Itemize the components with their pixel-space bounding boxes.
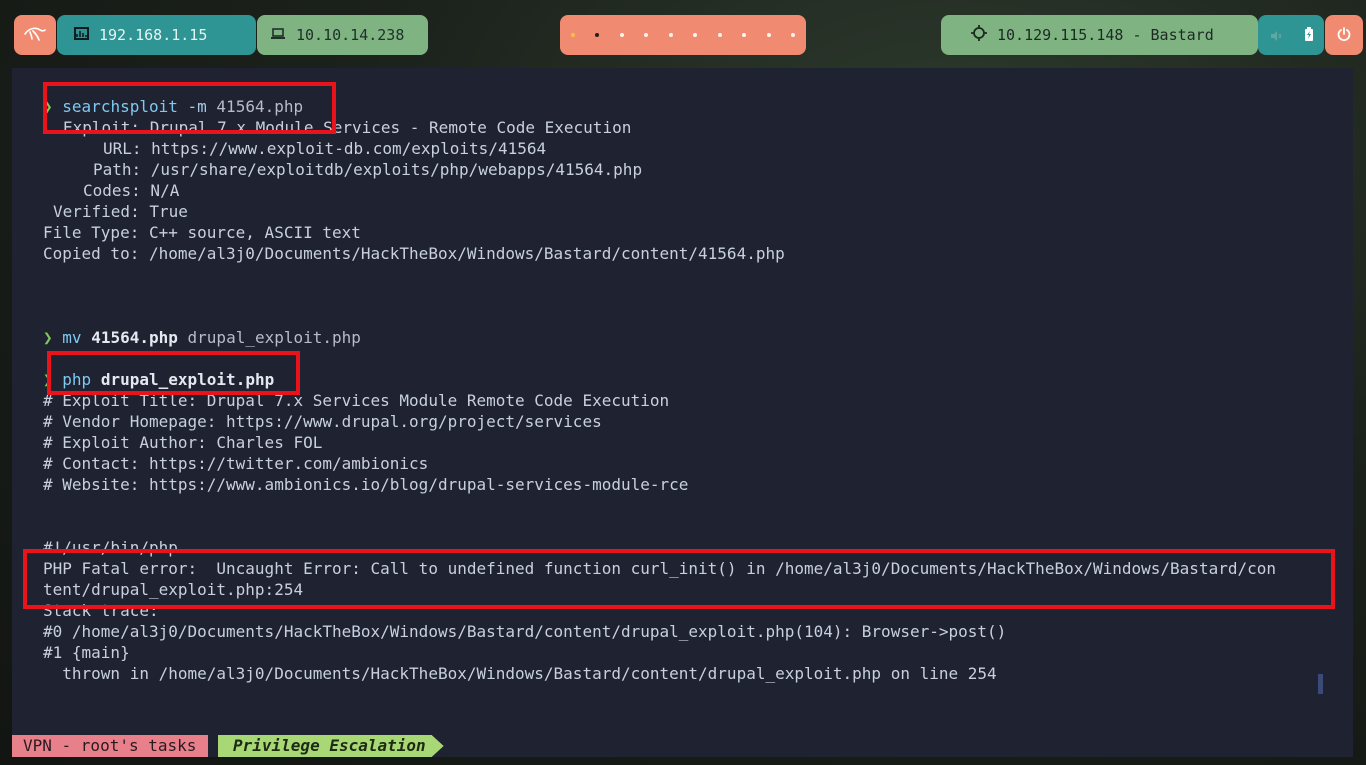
output-path: Path: /usr/share/exploitdb/exploits/php/… bbox=[93, 160, 643, 179]
php-output-line: # Website: https://www.ambionics.io/blog… bbox=[43, 475, 689, 494]
workspace-5[interactable] bbox=[668, 33, 673, 37]
tmux-session-label[interactable]: VPN - root's tasks bbox=[12, 735, 209, 757]
laptop-icon bbox=[270, 26, 286, 44]
volume-icon[interactable] bbox=[1270, 26, 1282, 45]
workspace-1[interactable] bbox=[571, 33, 575, 37]
terminal-window[interactable]: ❯ searchsploit -m 41564.php Exploit: Dru… bbox=[12, 68, 1353, 757]
output-codes: Codes: N/A bbox=[83, 181, 180, 200]
workspace-3[interactable] bbox=[619, 33, 624, 37]
output-url: URL: https://www.exploit-db.com/exploits… bbox=[103, 139, 547, 158]
workspace-8[interactable] bbox=[742, 33, 747, 37]
kali-dragon-icon bbox=[24, 25, 46, 45]
highlight-box-fatal-error bbox=[23, 549, 1335, 609]
workspace-7[interactable] bbox=[717, 33, 722, 37]
workspace-2[interactable] bbox=[595, 33, 600, 37]
php-output-line: # Contact: https://twitter.com/ambionics bbox=[43, 454, 429, 473]
highlight-box-searchsploit bbox=[43, 82, 336, 134]
host-ip-text: 192.168.1.15 bbox=[99, 26, 208, 44]
crosshair-icon bbox=[971, 25, 987, 45]
power-icon bbox=[1337, 26, 1351, 45]
target-text: 10.129.115.148 - Bastard bbox=[997, 26, 1214, 44]
output-verified: Verified: True bbox=[53, 202, 188, 221]
network-icon bbox=[74, 26, 89, 44]
workspace-4[interactable] bbox=[644, 33, 649, 37]
php-output-line: # Exploit Author: Charles FOL bbox=[43, 433, 323, 452]
vpn-ip-text: 10.10.14.238 bbox=[296, 26, 405, 44]
stack-trace-line: #0 /home/al3j0/Documents/HackTheBox/Wind… bbox=[43, 622, 1007, 641]
workspace-10[interactable] bbox=[790, 33, 795, 37]
output-file-type: File Type: C++ source, ASCII text bbox=[43, 223, 361, 242]
mv-command-line: ❯ mv 41564.php drupal_exploit.php bbox=[43, 328, 361, 347]
tmux-active-window-tab[interactable]: Privilege Escalation bbox=[218, 735, 444, 757]
highlight-box-php-command bbox=[47, 351, 300, 395]
output-copied-to: Copied to: /home/al3j0/Documents/HackThe… bbox=[43, 244, 785, 263]
target-widget[interactable]: 10.129.115.148 - Bastard bbox=[941, 15, 1258, 55]
stack-trace-line: #1 {main} bbox=[43, 643, 130, 662]
app-menu-button[interactable] bbox=[14, 15, 56, 55]
system-tray[interactable] bbox=[1258, 15, 1324, 55]
scrollbar-thumb[interactable] bbox=[1318, 674, 1323, 694]
battery-icon[interactable] bbox=[1304, 26, 1313, 45]
php-output-line: # Vendor Homepage: https://www.drupal.or… bbox=[43, 412, 602, 431]
workspace-6[interactable] bbox=[693, 33, 698, 37]
host-ip-widget[interactable]: 192.168.1.15 bbox=[57, 15, 256, 55]
workspace-switcher[interactable] bbox=[560, 15, 806, 55]
workspace-9[interactable] bbox=[766, 33, 771, 37]
power-button[interactable] bbox=[1325, 15, 1363, 55]
vpn-ip-widget[interactable]: 10.10.14.238 bbox=[257, 15, 428, 55]
stack-trace-thrown: thrown in /home/al3j0/Documents/HackTheB… bbox=[43, 664, 997, 683]
